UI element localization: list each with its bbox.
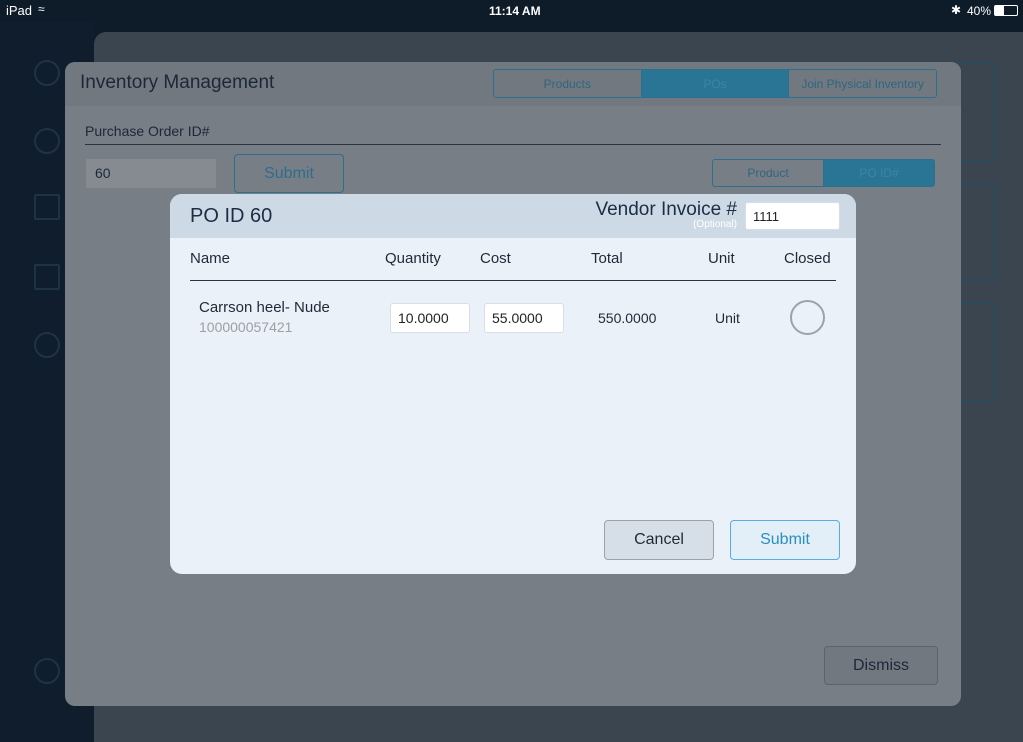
vendor-invoice-optional: (Optional) bbox=[693, 219, 737, 230]
vendor-invoice-input[interactable]: 1111 bbox=[745, 202, 840, 230]
quantity-input[interactable]: 10.0000 bbox=[390, 303, 470, 333]
row-unit: Unit bbox=[715, 310, 740, 326]
po-detail-dialog: PO ID 60 Vendor Invoice # (Optional) 111… bbox=[170, 194, 856, 574]
submit-button[interactable]: Submit bbox=[730, 520, 840, 560]
device-name: iPad bbox=[6, 3, 33, 18]
column-total: Total bbox=[591, 250, 623, 267]
column-name: Name bbox=[190, 250, 231, 267]
vendor-invoice-label: Vendor Invoice # bbox=[595, 199, 737, 220]
mode-product[interactable]: Product bbox=[713, 160, 824, 186]
search-mode-toggle: Product PO ID# bbox=[712, 159, 935, 187]
inventory-icon[interactable] bbox=[34, 264, 60, 290]
battery-icon bbox=[994, 5, 1018, 16]
dialog-title: PO ID 60 bbox=[190, 205, 273, 227]
bluetooth-icon: ✱ bbox=[951, 3, 962, 17]
po-id-input[interactable]: 60 bbox=[86, 159, 216, 188]
product-name: Carrson heel- Nude bbox=[199, 299, 330, 316]
tab-join-physical-inventory[interactable]: Join Physical Inventory bbox=[789, 70, 936, 97]
tab-products[interactable]: Products bbox=[494, 70, 642, 97]
wifi-icon: ≈ bbox=[38, 2, 45, 16]
cancel-button[interactable]: Cancel bbox=[604, 520, 714, 560]
clock-icon[interactable] bbox=[34, 128, 60, 154]
column-quantity: Quantity bbox=[385, 250, 441, 267]
closed-checkbox[interactable] bbox=[790, 300, 825, 335]
column-unit: Unit bbox=[708, 250, 735, 267]
section-tabs: Products POs Join Physical Inventory bbox=[493, 69, 937, 98]
settings-wrench-icon[interactable] bbox=[34, 332, 60, 358]
customers-icon[interactable] bbox=[34, 60, 60, 86]
product-sku: 100000057421 bbox=[199, 319, 293, 335]
divider bbox=[85, 144, 941, 145]
clock: 11:14 AM bbox=[489, 4, 541, 18]
status-bar: iPad ≈ 11:14 AM ✱ 40% bbox=[0, 0, 1023, 22]
dismiss-button[interactable]: Dismiss bbox=[824, 646, 938, 685]
cost-input[interactable]: 55.0000 bbox=[484, 303, 564, 333]
gear-icon[interactable] bbox=[34, 658, 60, 684]
reports-icon[interactable] bbox=[34, 194, 60, 220]
column-cost: Cost bbox=[480, 250, 511, 267]
battery-percent: 40% bbox=[967, 4, 992, 18]
mode-po-id[interactable]: PO ID# bbox=[824, 160, 934, 186]
po-submit-button[interactable]: Submit bbox=[234, 154, 344, 193]
row-total: 550.0000 bbox=[598, 310, 657, 326]
header-divider bbox=[190, 280, 836, 281]
column-closed: Closed bbox=[784, 250, 831, 267]
po-id-label: Purchase Order ID# bbox=[85, 123, 210, 139]
tab-pos[interactable]: POs bbox=[641, 70, 790, 97]
modal-title: Inventory Management bbox=[80, 72, 275, 93]
